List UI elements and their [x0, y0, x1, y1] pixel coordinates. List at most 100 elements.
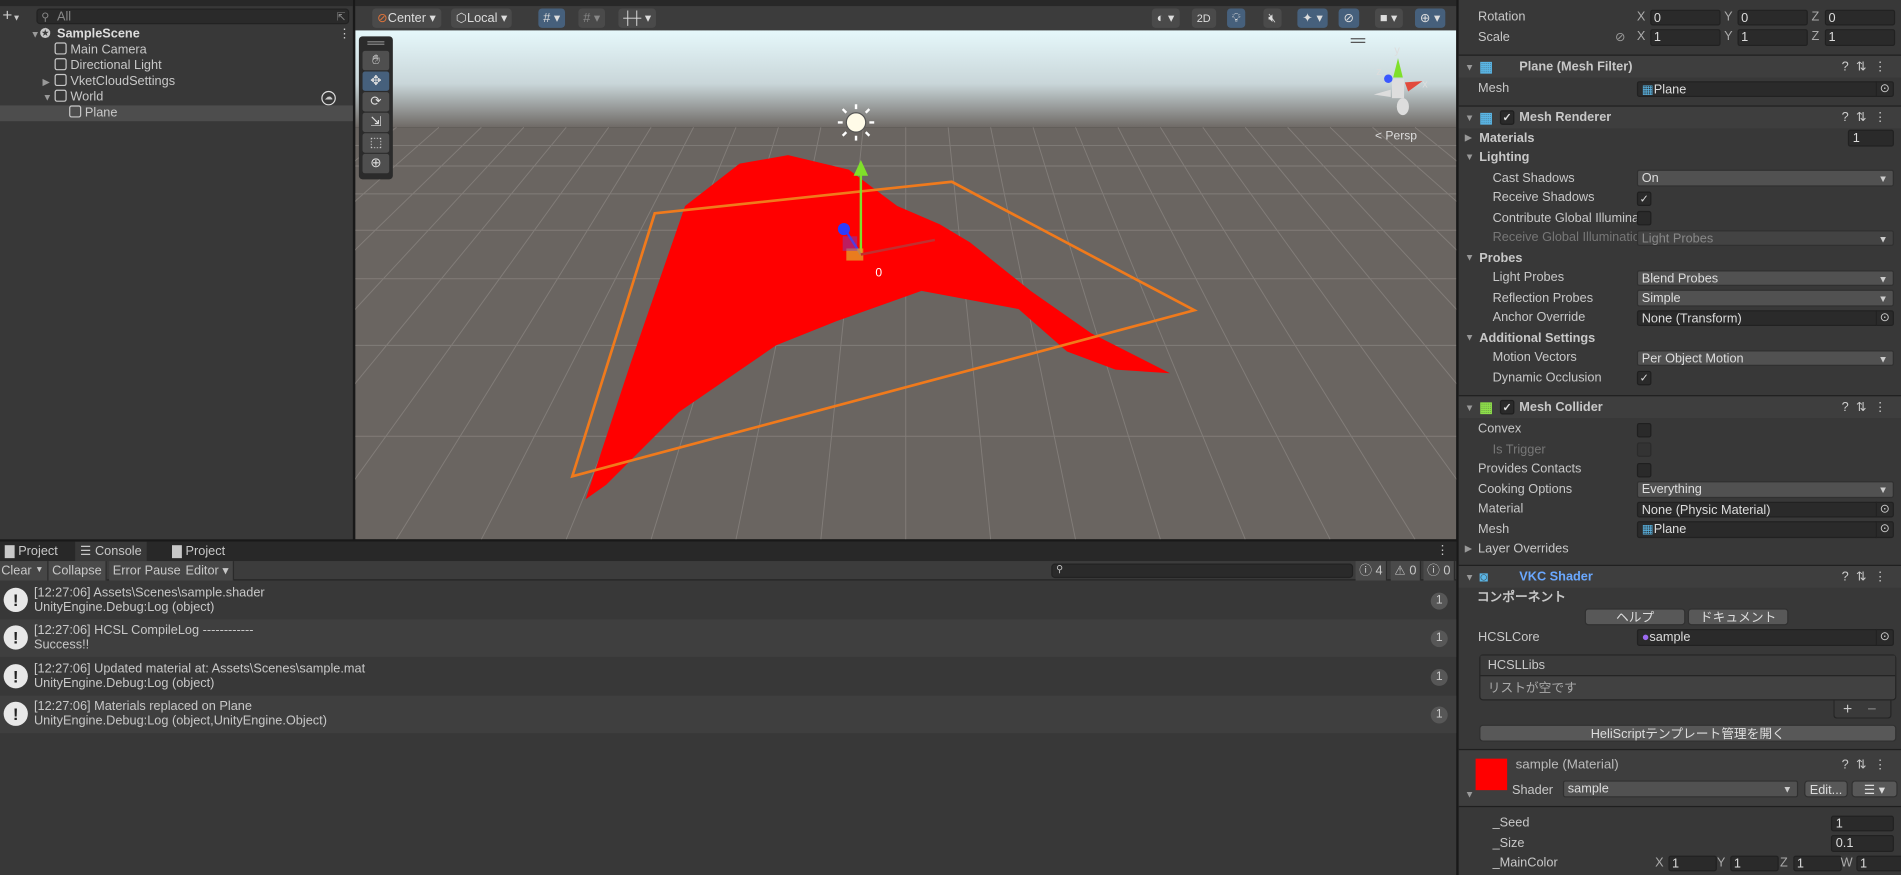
hierarchy-search-input[interactable]: ⚲ All ⇱ — [36, 8, 350, 25]
component-actions[interactable]: ?⇅⋮ — [1842, 396, 1894, 419]
materials-row[interactable]: ▶ Materials 1 — [1459, 128, 1901, 148]
cooking-options-dropdown[interactable]: Everything ▼ — [1636, 481, 1894, 498]
help-button[interactable]: ヘルプ — [1584, 608, 1686, 626]
collider-mesh-field[interactable]: ▦Plane ⊙ — [1636, 521, 1894, 538]
heliscript-template-button[interactable]: HeliScriptテンプレート管理を開く — [1479, 724, 1897, 742]
component-actions[interactable]: ?⇅⋮ — [1842, 757, 1894, 772]
rotation-y-field[interactable]: 0 — [1737, 9, 1808, 26]
scale-z-field[interactable]: 1 — [1824, 29, 1896, 46]
pivot-center-dropdown[interactable]: ⊘Center ▾ — [372, 8, 441, 28]
grid-snap-button[interactable]: # ▾ — [538, 8, 566, 28]
seed-field[interactable]: 1 — [1830, 815, 1894, 832]
rotation-x-field[interactable]: 0 — [1650, 9, 1721, 26]
2d-toggle[interactable]: 2D — [1191, 8, 1216, 28]
hand-tool[interactable]: ✋︎ — [362, 50, 390, 71]
vkc-shader-header[interactable]: ▼ ◙ VKC Shader ?⇅⋮ — [1458, 564, 1901, 588]
prefab-cloud-icon[interactable]: ☁ — [321, 90, 336, 106]
component-actions[interactable]: ?⇅⋮ — [1842, 56, 1894, 79]
scale-y-field[interactable]: 1 — [1737, 29, 1808, 46]
hierarchy-item-main-camera[interactable]: Main Camera — [0, 42, 353, 58]
expand-icon[interactable]: ⇱ — [336, 10, 345, 25]
materials-count-field[interactable]: 1 — [1847, 129, 1894, 147]
collapse-toggle[interactable]: Collapse — [48, 561, 107, 581]
physic-material-field[interactable]: None (Physic Material) ⊙ — [1636, 501, 1894, 518]
reflection-probes-dropdown[interactable]: Simple ▼ — [1636, 289, 1894, 307]
hierarchy-item-directional-light[interactable]: Directional Light — [0, 58, 353, 74]
scale-tool[interactable]: ⇲ — [362, 112, 390, 133]
warning-filter-toggle[interactable]: ⚠ 0 — [1390, 561, 1422, 581]
edit-shader-button[interactable]: Edit... — [1804, 780, 1848, 798]
component-actions[interactable]: ?⇅⋮ — [1842, 565, 1894, 588]
receive-shadows-checkbox[interactable]: ✓ — [1636, 190, 1652, 206]
cast-shadows-dropdown[interactable]: On ▼ — [1636, 169, 1894, 187]
collapse-arrow-icon[interactable]: ▼ — [42, 90, 52, 106]
maincolor-y-field[interactable]: 1 — [1730, 854, 1779, 872]
scale-x-field[interactable]: 1 — [1650, 29, 1721, 46]
mesh-renderer-enabled-checkbox[interactable]: ✓ — [1499, 109, 1515, 125]
object-picker-icon[interactable]: ⊙ — [1875, 501, 1893, 518]
console-entry[interactable]: ! [12:27:06] Materials replaced on Plane… — [0, 695, 1457, 734]
object-picker-icon[interactable]: ⊙ — [1875, 521, 1893, 538]
dynamic-occlusion-checkbox[interactable]: ✓ — [1636, 370, 1652, 386]
mesh-field[interactable]: ▦Plane ⊙ — [1636, 80, 1894, 97]
panel-menu-icon[interactable]: ⋮ — [1436, 543, 1449, 558]
hierarchy-item-plane[interactable]: Plane — [0, 105, 353, 122]
lighting-foldout[interactable]: ▼ Lighting — [1459, 148, 1901, 168]
material-header[interactable]: ▼ sample (Material) ?⇅⋮ Shader sample ▼ E… — [1458, 748, 1901, 808]
expand-arrow-icon[interactable]: ▶ — [42, 74, 49, 90]
object-picker-icon[interactable]: ⊙ — [1875, 628, 1893, 646]
maincolor-x-field[interactable]: 1 — [1668, 854, 1717, 872]
contribute-gi-checkbox[interactable] — [1636, 210, 1652, 226]
remove-item-button[interactable]: − — [1867, 700, 1876, 717]
tab-project[interactable]: ▇ Project — [0, 542, 63, 561]
probes-foldout[interactable]: ▼ Probes — [1459, 248, 1901, 268]
console-entry[interactable]: ! [12:27:06] HCSL CompileLog -----------… — [0, 619, 1457, 658]
console-search-input[interactable]: ⚲ — [1051, 563, 1354, 579]
hierarchy-item-vketcloudsettings[interactable]: ▶ VketCloudSettings — [0, 73, 353, 90]
pivot-local-dropdown[interactable]: ⬡Local ▾ — [451, 8, 513, 28]
maincolor-w-field[interactable]: 1 — [1856, 854, 1901, 872]
rotate-tool[interactable]: ⟳ — [362, 92, 390, 112]
rect-tool[interactable]: ⬚ — [362, 133, 390, 153]
component-actions[interactable]: ?⇅⋮ — [1842, 106, 1894, 129]
shader-options-dropdown[interactable]: ☰ ▾ — [1851, 780, 1898, 798]
error-filter-toggle[interactable]: ⓘ 0 — [1423, 561, 1456, 581]
shader-dropdown[interactable]: sample ▼ — [1562, 780, 1799, 798]
hierarchy-item-world[interactable]: ▼ World ☁ — [0, 89, 353, 106]
motion-vectors-dropdown[interactable]: Per Object Motion ▼ — [1636, 349, 1894, 366]
hierarchy-scene-row[interactable]: ▼ ✪ SampleScene ⋮ — [0, 27, 353, 43]
convex-checkbox[interactable] — [1636, 422, 1652, 437]
console-entry[interactable]: ! [12:27:06] Updated material at: Assets… — [0, 658, 1456, 696]
anchor-override-field[interactable]: None (Transform) ⊙ — [1636, 309, 1894, 327]
provides-contacts-checkbox[interactable] — [1636, 462, 1652, 477]
tab-console[interactable]: ☰ Console — [75, 541, 147, 562]
tab-project-2[interactable]: ▇ Project — [167, 542, 230, 561]
maincolor-z-field[interactable]: 1 — [1793, 854, 1842, 872]
error-pause-toggle[interactable]: Error Pause — [109, 561, 186, 581]
gizmos-dropdown[interactable]: ⊕ ▾ — [1414, 8, 1446, 28]
object-picker-icon[interactable]: ⊙ — [1875, 309, 1893, 327]
mesh-collider-enabled-checkbox[interactable]: ✓ — [1499, 399, 1515, 415]
ruler-button[interactable]: ┼┼ ▾ — [618, 8, 657, 28]
constrain-proportions-icon[interactable]: ⊘ — [1615, 27, 1626, 47]
hidden-objects-toggle[interactable]: ⊘ — [1338, 8, 1359, 28]
hcsl-core-field[interactable]: ●sample ⊙ — [1636, 628, 1894, 646]
transform-tool[interactable]: ⊕ — [362, 153, 390, 174]
editor-dropdown[interactable]: Editor ▾ — [181, 561, 234, 581]
drag-handle[interactable] — [367, 41, 385, 45]
add-object-button[interactable]: +▼ — [2, 5, 20, 28]
document-button[interactable]: ドキュメント — [1687, 608, 1789, 626]
clear-options-dropdown[interactable]: ▼ — [31, 561, 49, 581]
increment-snap-button[interactable]: # ▾ — [578, 8, 606, 28]
rotation-z-field[interactable]: 0 — [1824, 9, 1896, 26]
add-item-button[interactable]: + — [1843, 700, 1852, 717]
scene-menu-icon[interactable]: ⋮ — [338, 27, 351, 43]
light-probes-dropdown[interactable]: Blend Probes ▼ — [1636, 269, 1894, 287]
console-entry[interactable]: ! [12:27:06] Assets\Scenes\sample.shader… — [0, 582, 1456, 620]
projection-toggle[interactable]: < Persp — [1375, 128, 1417, 142]
layer-overrides-foldout[interactable]: ▶ Layer Overrides — [1459, 539, 1901, 559]
log-filter-toggle[interactable]: ⓘ 4 — [1355, 561, 1388, 581]
move-tool[interactable]: ✥ — [362, 71, 390, 91]
mesh-filter-header[interactable]: ▼ ▦ Plane (Mesh Filter) ?⇅⋮ — [1458, 54, 1901, 79]
scene-viewport[interactable]: 0 y x z < Persp — [355, 30, 1457, 540]
